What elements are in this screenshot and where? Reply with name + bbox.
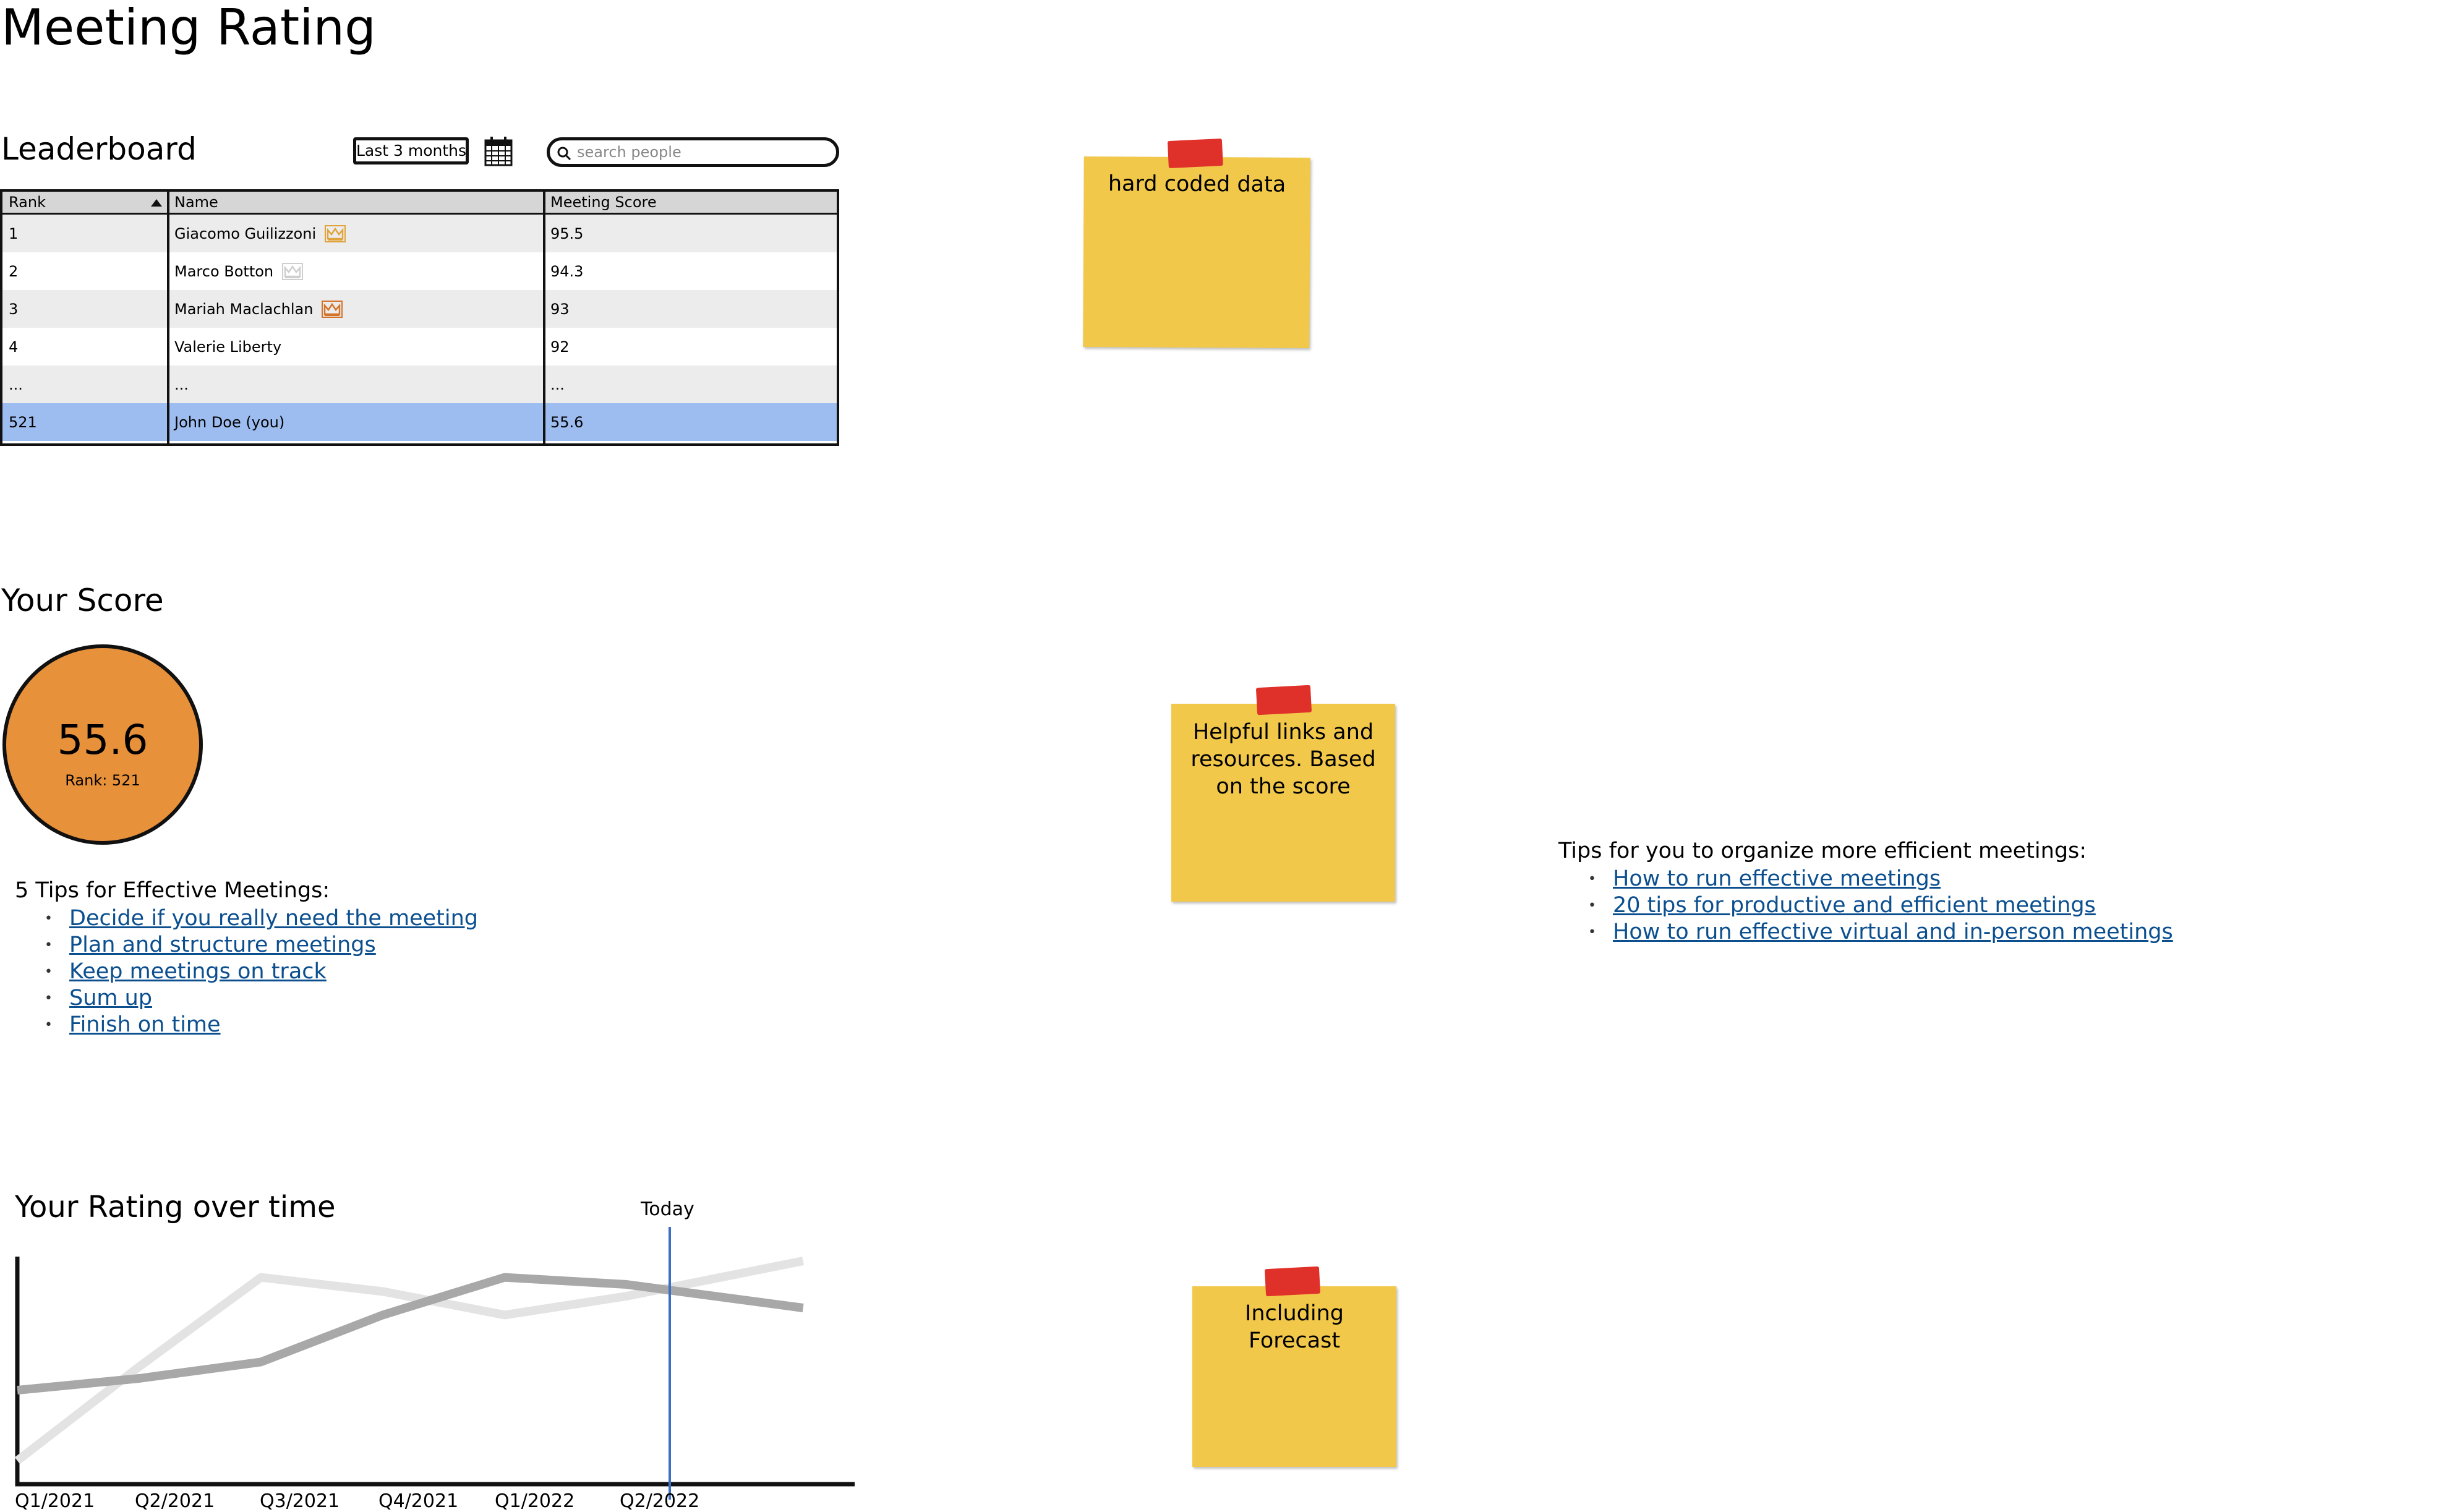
x-tick-label: Q4/2021	[378, 1490, 459, 1512]
score-value: 55.6	[57, 716, 148, 764]
rating-chart	[14, 1227, 855, 1500]
x-tick-label: Q1/2022	[495, 1490, 575, 1512]
cell-rank: 1	[9, 224, 19, 242]
resource-item: 20 tips for productive and efficient mee…	[1588, 892, 2173, 919]
table-row[interactable]: 3 Mariah Maclachlan 93	[2, 290, 837, 328]
sticky-note-data: hard coded data	[1083, 138, 1310, 348]
cell-rank: 2	[9, 262, 19, 280]
column-divider	[167, 192, 169, 443]
cell-rank: 4	[9, 338, 19, 356]
x-tick-label: Q2/2022	[620, 1490, 700, 1512]
date-range-button[interactable]: Last 3 months	[353, 137, 469, 164]
tape	[1264, 1266, 1321, 1297]
x-tick-label: Q2/2021	[135, 1490, 215, 1512]
table-row[interactable]: 1 Giacomo Guilizzoni 95.5	[2, 215, 837, 252]
sticky-note-forecast: Including Forecast	[1192, 1266, 1396, 1467]
page-title: Meeting Rating	[1, 0, 376, 56]
sort-ascending-icon	[151, 199, 162, 207]
column-header-rank[interactable]: Rank	[2, 192, 168, 213]
search-input[interactable]	[577, 143, 824, 161]
cell-score: 94.3	[550, 262, 584, 280]
crown-silver-icon	[282, 262, 304, 280]
column-header-score[interactable]: Meeting Score	[544, 192, 835, 213]
x-tick-label: Q1/2021	[15, 1490, 95, 1512]
resource-link[interactable]: 20 tips for productive and efficient mee…	[1613, 893, 2096, 918]
score-title: Your Score	[1, 583, 164, 618]
score-rank: Rank: 521	[65, 772, 140, 789]
search-field[interactable]	[547, 137, 839, 167]
cell-rank: 521	[9, 413, 37, 431]
leaderboard-title: Leaderboard	[1, 131, 197, 167]
score-badge: 55.6 Rank: 521	[2, 644, 203, 845]
resources-title: Tips for you to organize more efficient …	[1558, 839, 2087, 863]
cell-score: 92	[550, 338, 570, 356]
tip-item: Decide if you really need the meeting	[45, 905, 478, 932]
crown-bronze-icon	[322, 300, 343, 318]
tip-link[interactable]: Keep meetings on track	[69, 959, 327, 984]
calendar-icon[interactable]	[484, 135, 513, 168]
resource-item: How to run effective meetings	[1588, 866, 2173, 892]
table-row[interactable]: 521 John Doe (you) 55.6	[2, 403, 837, 441]
cell-score: ...	[550, 375, 565, 393]
resources-list: How to run effective meetings20 tips for…	[1588, 866, 2173, 946]
tape	[1255, 685, 1312, 715]
tips-list: Decide if you really need the meetingPla…	[45, 905, 478, 1038]
search-icon	[557, 147, 571, 161]
chart-axis	[15, 1257, 855, 1487]
tip-link[interactable]: Decide if you really need the meeting	[69, 906, 478, 931]
tape	[1167, 138, 1223, 169]
table-header: Rank Name Meeting Score	[2, 192, 837, 215]
resource-link[interactable]: How to run effective meetings	[1613, 866, 1941, 891]
tip-link[interactable]: Sum up	[69, 986, 152, 1010]
cell-rank: ...	[9, 375, 23, 393]
cell-name: Valerie Liberty	[174, 338, 282, 356]
table-row[interactable]: 2 Marco Botton 94.3	[2, 252, 837, 290]
today-label: Today	[641, 1198, 694, 1220]
tip-item: Plan and structure meetings	[45, 932, 478, 959]
table-row[interactable]: .........	[2, 365, 837, 403]
cell-score: 93	[550, 300, 570, 318]
tip-item: Keep meetings on track	[45, 959, 478, 985]
resource-item: How to run effective virtual and in-pers…	[1588, 919, 2173, 946]
cell-name: Giacomo Guilizzoni	[168, 215, 544, 252]
column-divider	[543, 192, 545, 443]
cell-name: Mariah Maclachlan	[168, 290, 544, 328]
sticky-note-resources: Helpful links and resources. Based on th…	[1171, 685, 1395, 902]
tip-item: Sum up	[45, 985, 478, 1012]
cell-name: Marco Botton	[168, 252, 544, 290]
tip-item: Finish on time	[45, 1012, 478, 1038]
tip-link[interactable]: Plan and structure meetings	[69, 933, 376, 957]
cell-rank: 3	[9, 300, 19, 318]
cell-score: 95.5	[550, 224, 584, 242]
crown-gold-icon	[325, 224, 346, 242]
cell-score: 55.6	[550, 413, 584, 431]
tip-link[interactable]: Finish on time	[69, 1012, 221, 1037]
tips-title: 5 Tips for Effective Meetings:	[15, 878, 330, 903]
leaderboard-table: Rank Name Meeting Score 1 Giacomo Guilizz…	[0, 189, 839, 446]
cell-name: John Doe (you)	[174, 413, 285, 431]
chart-title: Your Rating over time	[15, 1190, 336, 1224]
resource-link[interactable]: How to run effective virtual and in-pers…	[1613, 920, 2173, 944]
cell-name: ...	[174, 375, 189, 393]
column-header-name[interactable]: Name	[168, 192, 544, 213]
table-row[interactable]: 4 Valerie Liberty 92	[2, 328, 837, 365]
x-tick-label: Q3/2021	[260, 1490, 340, 1512]
